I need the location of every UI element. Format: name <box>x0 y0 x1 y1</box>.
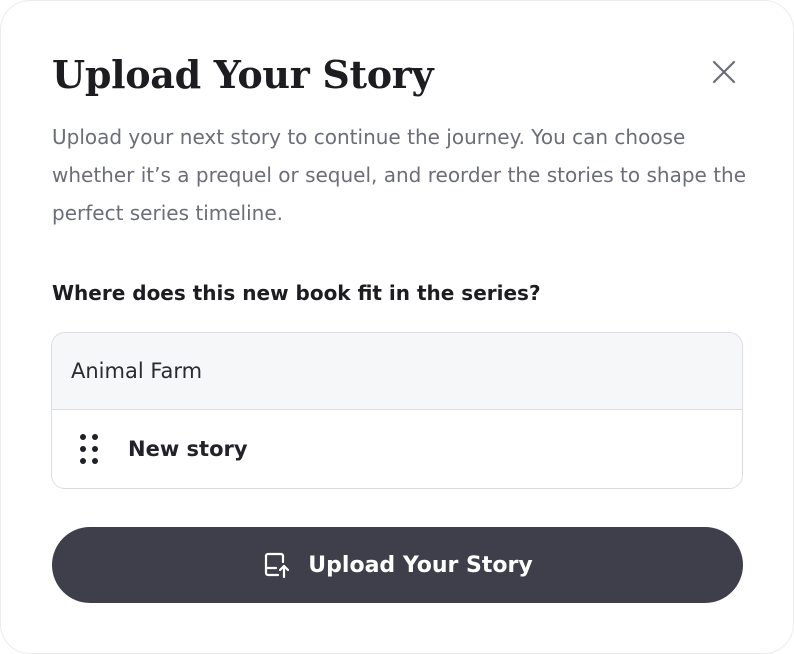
upload-story-dialog: Upload Your Story Upload your next story… <box>0 0 794 654</box>
new-story-label: New story <box>128 437 248 461</box>
dialog-title: Upload Your Story <box>52 52 434 97</box>
drag-handle-icon[interactable] <box>80 434 98 464</box>
list-item-existing-story: Animal Farm <box>52 333 742 410</box>
close-icon <box>712 60 736 84</box>
close-button[interactable] <box>707 55 741 89</box>
upload-story-button[interactable]: Upload Your Story <box>52 527 743 603</box>
dialog-description: Upload your next story to continue the j… <box>52 125 747 225</box>
series-order-list: Animal Farm New story <box>51 332 743 489</box>
series-position-question: Where does this new book fit in the seri… <box>52 281 541 305</box>
existing-story-title: Animal Farm <box>71 359 203 383</box>
upload-icon <box>262 550 292 580</box>
upload-button-label: Upload Your Story <box>308 552 533 578</box>
list-item-new-story[interactable]: New story <box>52 410 742 488</box>
